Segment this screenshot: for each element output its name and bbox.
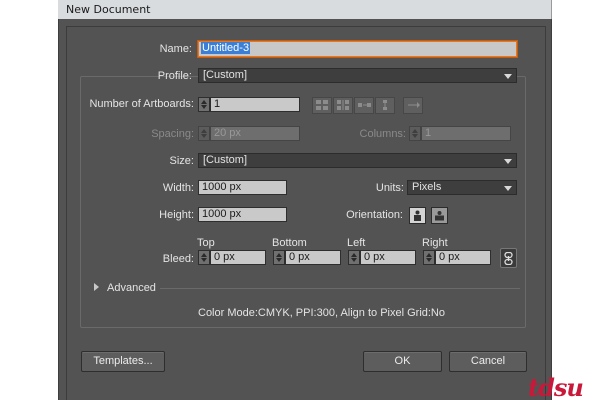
chevron-down-icon: [504, 74, 512, 79]
columns-stepper: [409, 126, 421, 141]
artboards-field[interactable]: 1: [210, 97, 300, 112]
chevron-down-icon: [504, 186, 512, 191]
profile-label: Profile:: [157, 70, 192, 82]
spacing-field: 20 px: [210, 126, 300, 141]
artboards-label: Number of Artboards:: [89, 98, 194, 110]
profile-dropdown[interactable]: [Custom]: [198, 68, 517, 83]
height-field[interactable]: 1000 px: [198, 207, 287, 222]
landscape-icon: [435, 211, 444, 221]
width-field[interactable]: 1000 px: [198, 180, 287, 195]
name-label: Name:: [159, 43, 192, 55]
bleed-top-label: Top: [197, 237, 215, 249]
portrait-button[interactable]: [409, 207, 426, 224]
change-to-right-to-left-icon: [408, 102, 420, 108]
artboards-stepper[interactable]: [198, 97, 210, 112]
bleed-right-stepper[interactable]: [423, 250, 435, 265]
bleed-left-stepper[interactable]: [348, 250, 360, 265]
units-value: Pixels: [412, 181, 442, 193]
bleed-left-label: Left: [347, 237, 366, 249]
advanced-toggle[interactable]: Advanced: [107, 282, 156, 294]
arrange-by-column-button[interactable]: [375, 97, 395, 114]
size-value: [Custom]: [203, 154, 248, 166]
bleed-bottom-label: Bottom: [272, 237, 307, 249]
window-title: New Document: [66, 3, 151, 16]
spacing-stepper: [198, 126, 210, 141]
arrange-by-row-icon: [358, 103, 371, 107]
units-dropdown[interactable]: Pixels: [407, 180, 517, 195]
document-settings-summary: Color Mode:CMYK, PPI:300, Align to Pixel…: [198, 307, 445, 319]
grid-by-row-button[interactable]: [312, 97, 332, 114]
spacing-label: Spacing:: [151, 128, 194, 140]
grid-by-column-icon: [337, 100, 349, 110]
window-titlebar: New Document: [58, 0, 552, 19]
templates-button[interactable]: Templates...: [81, 351, 165, 372]
portrait-icon: [414, 210, 421, 221]
watermark-logo: tdsu: [528, 373, 584, 400]
bleed-right-label: Right: [422, 237, 448, 249]
bleed-bottom-stepper[interactable]: [273, 250, 285, 265]
bleed-top-stepper[interactable]: [198, 250, 210, 265]
orientation-label: Orientation:: [346, 209, 403, 221]
width-label: Width:: [162, 182, 194, 194]
name-value: Untitled-3: [201, 42, 251, 54]
height-label: Height:: [159, 209, 194, 221]
size-label: Size:: [169, 155, 194, 167]
cancel-button[interactable]: Cancel: [449, 351, 527, 372]
link-icon: [504, 252, 513, 265]
bleed-left-field[interactable]: 0 px: [360, 250, 416, 265]
bleed-label: Bleed:: [162, 253, 194, 265]
units-label: Units:: [375, 182, 404, 194]
grid-by-column-button[interactable]: [333, 97, 353, 114]
name-field[interactable]: Untitled-3: [198, 41, 517, 57]
link-bleed-button[interactable]: [500, 248, 517, 268]
profile-value: [Custom]: [203, 69, 248, 81]
bleed-right-field[interactable]: 0 px: [435, 250, 491, 265]
ok-button[interactable]: OK: [363, 351, 442, 372]
size-dropdown[interactable]: [Custom]: [198, 153, 517, 168]
columns-label: Columns:: [359, 128, 406, 140]
chevron-down-icon: [504, 159, 512, 164]
expand-advanced-icon[interactable]: [94, 283, 99, 291]
arrange-by-row-button[interactable]: [354, 97, 374, 114]
arrange-by-column-icon: [383, 100, 387, 110]
change-to-right-to-left-button[interactable]: [403, 97, 423, 114]
columns-field: 1: [421, 126, 511, 141]
advanced-divider: [160, 288, 520, 289]
bleed-top-field[interactable]: 0 px: [210, 250, 266, 265]
landscape-button[interactable]: [431, 207, 448, 224]
grid-by-row-icon: [316, 100, 328, 110]
bleed-bottom-field[interactable]: 0 px: [285, 250, 341, 265]
